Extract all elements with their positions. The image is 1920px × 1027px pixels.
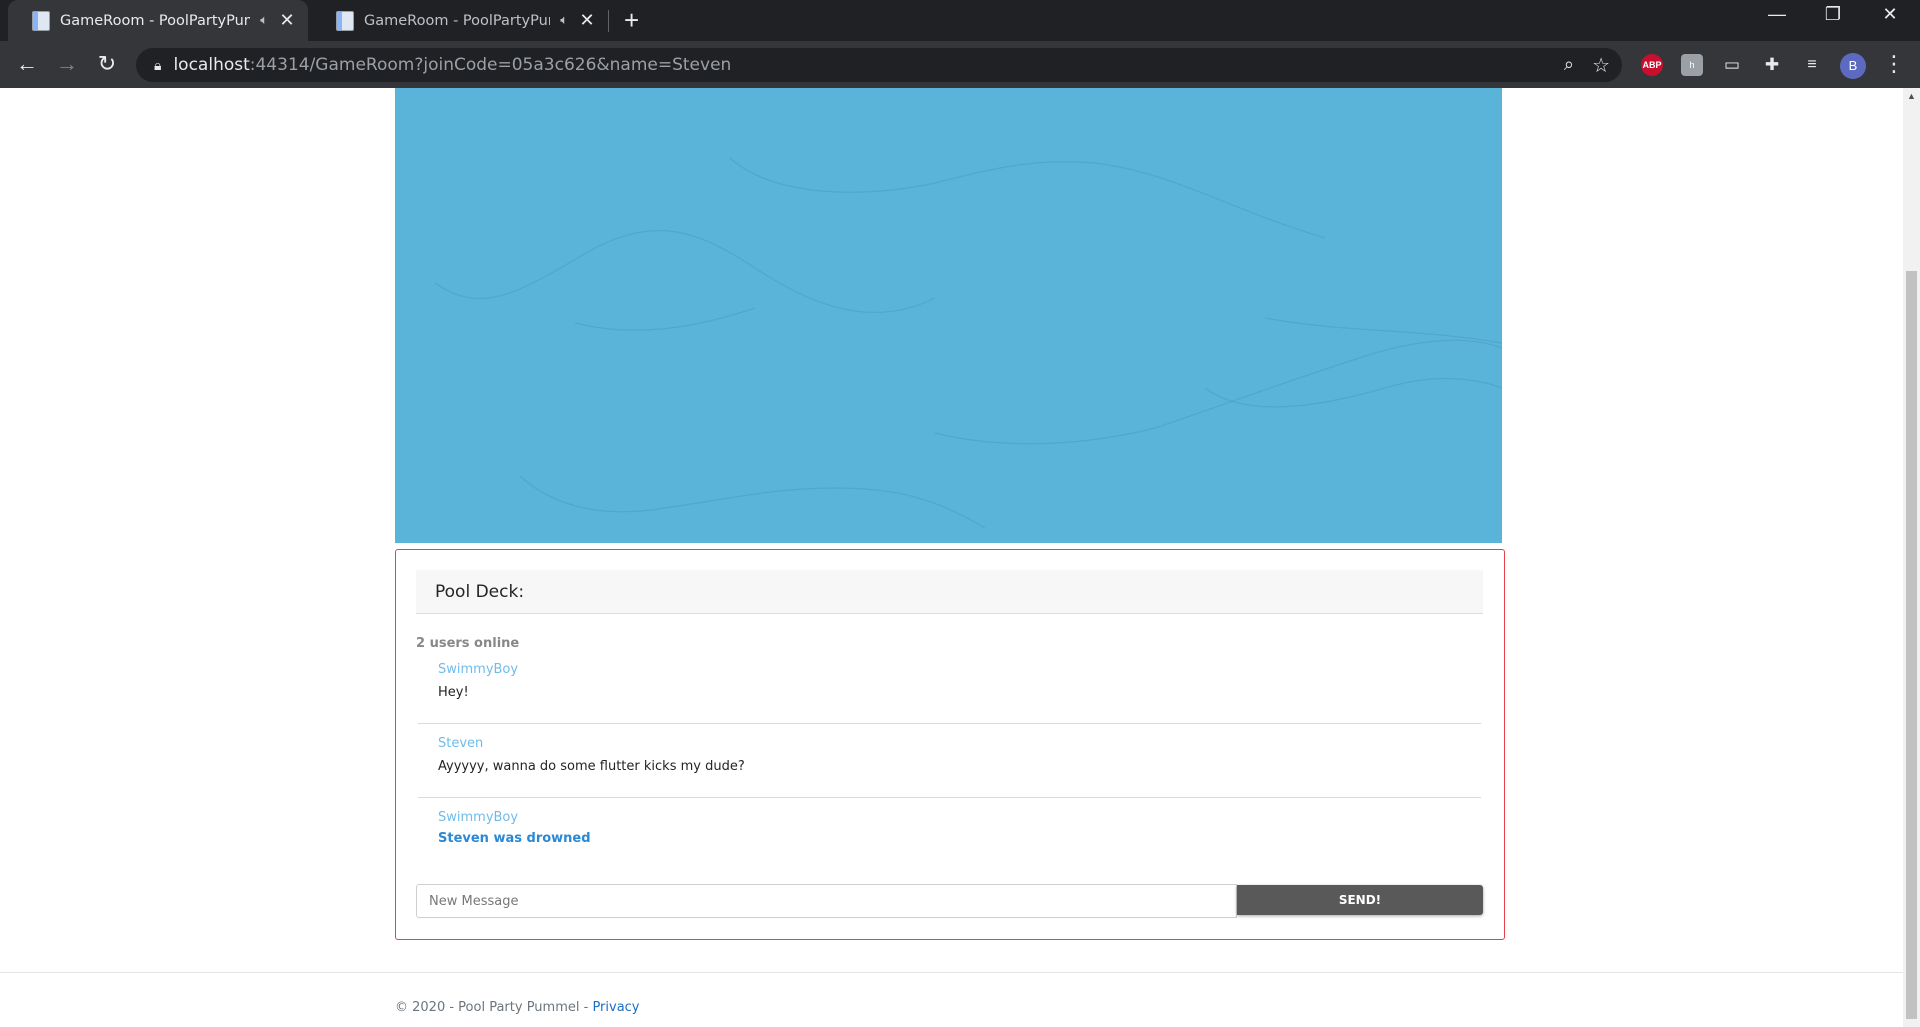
bookmark-star-icon[interactable]: ☆ xyxy=(1592,53,1610,78)
url-text[interactable]: localhost:44314/GameRoom?joinCode=05a3c6… xyxy=(173,55,731,75)
tab-title: GameRoom - PoolPartyPumm xyxy=(60,12,250,29)
chat-message: Steven Ayyyyy, wanna do some flutter kic… xyxy=(418,736,1481,798)
tab-close-icon[interactable]: ✕ xyxy=(578,10,596,31)
zoom-icon[interactable]: ⌕ xyxy=(1564,54,1574,75)
footer-copyright: © 2020 - Pool Party Pummel - xyxy=(395,1000,593,1015)
page-footer: © 2020 - Pool Party Pummel - Privacy xyxy=(0,972,1903,1027)
profile-avatar[interactable]: B xyxy=(1840,53,1866,79)
chat-system-message: Steven was drowned xyxy=(438,831,591,846)
pool-water-ripples xyxy=(434,157,1502,529)
pool-game-canvas[interactable] xyxy=(395,88,1502,543)
chat-message: SwimmyBoy Steven was drowned xyxy=(418,810,1481,860)
scroll-up-arrow-icon[interactable]: ▲ xyxy=(1903,88,1920,105)
minimize-icon[interactable]: — xyxy=(1754,4,1800,25)
chat-message-user: SwimmyBoy xyxy=(438,810,519,825)
browser-tab-bar: GameRoom - PoolPartyPumm 🔈︎ ✕ GameRoom -… xyxy=(0,0,1920,41)
browser-toolbar: ← → ↻ 🔒︎ localhost:44314/GameRoom?joinCo… xyxy=(0,41,1920,88)
page-viewport: Pool Deck: 2 users online SwimmyBoy Hey!… xyxy=(0,88,1903,1027)
restore-icon[interactable]: ❐ xyxy=(1810,4,1856,25)
message-composer: SEND! xyxy=(416,884,1483,918)
footer-text: © 2020 - Pool Party Pummel - Privacy xyxy=(395,1000,640,1015)
reload-icon[interactable]: ↻ xyxy=(93,52,121,76)
new-tab-icon[interactable]: + xyxy=(624,6,639,34)
menu-kebab-icon[interactable]: ⋮ xyxy=(1880,52,1908,76)
lock-icon[interactable]: 🔒︎ xyxy=(154,57,161,74)
browser-tab-active[interactable]: GameRoom - PoolPartyPumm 🔈︎ ✕ xyxy=(8,0,308,41)
forward-icon[interactable]: → xyxy=(53,52,81,76)
media-queue-icon[interactable]: ≡ xyxy=(1801,54,1823,76)
page-favicon-icon xyxy=(32,10,50,31)
scrollbar-thumb[interactable] xyxy=(1906,271,1917,1019)
chat-message-text: Hey! xyxy=(438,685,469,700)
send-button[interactable]: SEND! xyxy=(1237,885,1483,915)
chat-message-user: SwimmyBoy xyxy=(438,662,519,677)
extension-h-icon[interactable]: h xyxy=(1681,54,1703,76)
back-icon[interactable]: ← xyxy=(13,52,41,76)
privacy-link[interactable]: Privacy xyxy=(592,1000,639,1015)
pool-deck-title: Pool Deck: xyxy=(416,570,1483,614)
window-close-icon[interactable]: ✕ xyxy=(1867,4,1913,25)
new-message-input[interactable] xyxy=(416,884,1237,918)
chat-message-user: Steven xyxy=(438,736,484,751)
tab-title: GameRoom - PoolPartyPumm xyxy=(364,12,550,29)
users-online-count: 2 users online xyxy=(416,636,520,651)
speaker-icon[interactable]: 🔈︎ xyxy=(560,13,568,28)
camera-icon[interactable]: ▭ xyxy=(1721,54,1743,76)
adblock-icon[interactable]: ABP xyxy=(1641,54,1663,76)
tab-close-icon[interactable]: ✕ xyxy=(278,10,296,31)
address-bar[interactable]: 🔒︎ localhost:44314/GameRoom?joinCode=05a… xyxy=(136,48,1622,82)
browser-tab-inactive[interactable]: GameRoom - PoolPartyPumm 🔈︎ ✕ xyxy=(312,0,608,41)
pool-deck-chat-panel: Pool Deck: 2 users online SwimmyBoy Hey!… xyxy=(395,549,1505,940)
chat-message: SwimmyBoy Hey! xyxy=(418,662,1481,724)
extensions-puzzle-icon[interactable]: ✚ xyxy=(1761,54,1783,76)
page-favicon-icon xyxy=(336,10,354,31)
speaker-icon[interactable]: 🔈︎ xyxy=(260,13,268,28)
tab-separator xyxy=(608,10,609,32)
page-scrollbar[interactable]: ▲ xyxy=(1903,88,1920,1027)
chat-message-text: Ayyyyy, wanna do some flutter kicks my d… xyxy=(438,759,745,774)
